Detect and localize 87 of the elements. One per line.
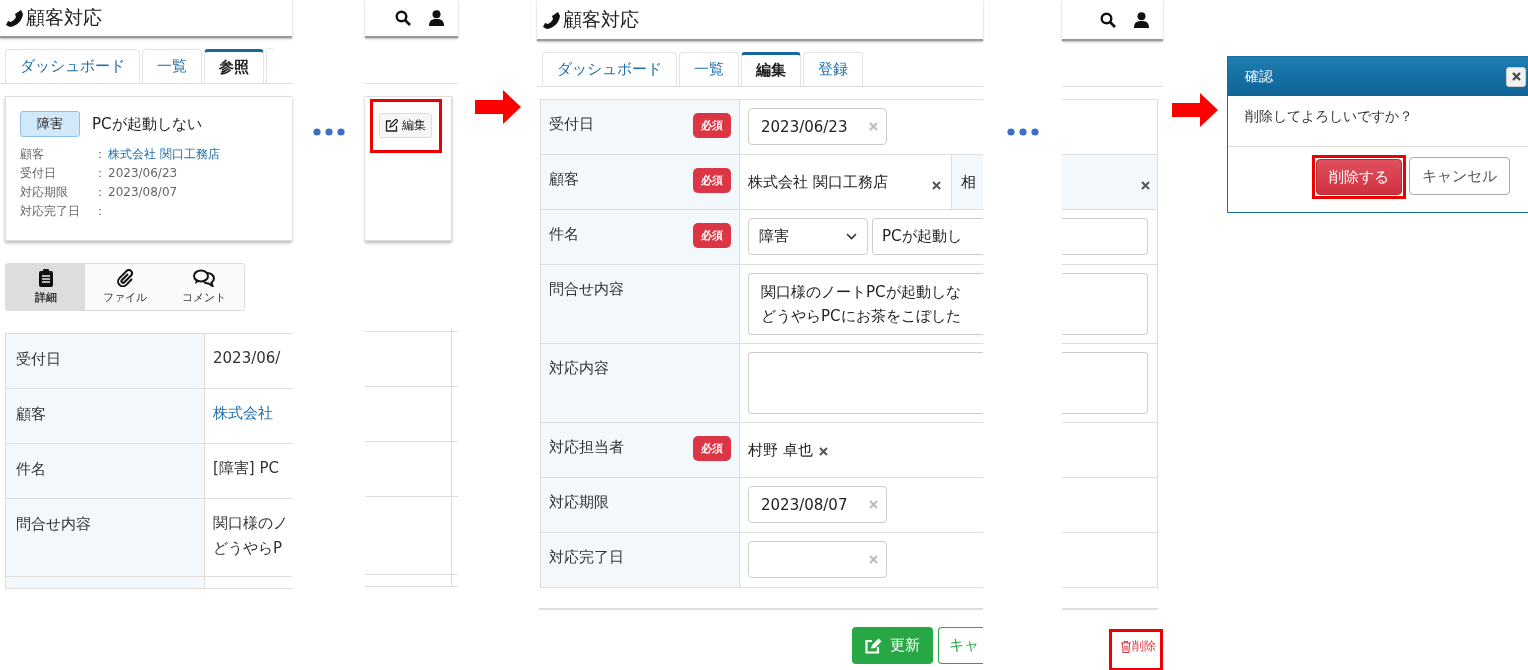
field-colon: ： (94, 146, 106, 163)
customer-link[interactable]: 株式会社 関口工務店 (108, 145, 220, 164)
app-title: 顧客対応 (542, 6, 639, 33)
field-label: 対応完了日 (549, 548, 624, 567)
arrow-icon (1172, 93, 1218, 127)
date-field[interactable]: 2023/08/07 (748, 486, 887, 523)
field-label: 受付日 (549, 115, 594, 134)
phone-icon (542, 10, 560, 29)
delete-link[interactable]: 削除 (1121, 638, 1156, 655)
assignee-value: 村野 卓也 (748, 441, 813, 460)
field-colon: ： (94, 184, 106, 201)
arrow-icon (474, 90, 521, 124)
field-label: 顧客 (20, 146, 45, 163)
tab[interactable]: 編集 (741, 52, 801, 86)
edit-button[interactable]: 編集 (379, 113, 432, 138)
field-label: 対応期限 (549, 493, 609, 512)
field-label: 対応内容 (549, 359, 609, 378)
user-icon[interactable] (1134, 11, 1149, 28)
ellipsis-icon (312, 128, 345, 136)
tab[interactable]: 一覧 (679, 52, 739, 86)
required-badge: 必須 (693, 223, 731, 248)
field-colon: ： (94, 165, 106, 182)
field-colon: ： (94, 203, 106, 220)
customer-link[interactable]: 株式会社 (213, 404, 273, 422)
edit-icon (865, 637, 882, 654)
section-tab[interactable]: 詳細 (6, 264, 86, 310)
field-label: 顧客 (549, 170, 579, 189)
clear-icon[interactable] (818, 447, 828, 456)
text-area[interactable] (1062, 273, 1148, 335)
date-field[interactable]: 2023/06/23 (748, 108, 887, 145)
ellipsis-icon (1006, 128, 1039, 136)
tab[interactable]: 一覧 (142, 49, 202, 83)
section-tab[interactable]: ファイル (85, 264, 165, 310)
row-label: 受付日 (5, 334, 205, 388)
customer-value: 株式会社 関口工務店 (748, 173, 889, 192)
text-area[interactable]: 関口様のノートPCが起動しな どうやらPCにお茶をこぼした (748, 273, 983, 335)
delete-button[interactable]: 削除する (1316, 159, 1402, 195)
phone-icon (5, 9, 23, 27)
edit-icon (385, 119, 398, 132)
row-label: 問合せ内容 (5, 499, 205, 576)
required-badge: 必須 (693, 113, 731, 138)
cancel-button[interactable]: キャンセル (1409, 157, 1510, 195)
dialog-title: 確認 (1245, 67, 1273, 86)
subject-input[interactable]: PCが起動し (872, 218, 983, 255)
category-select[interactable]: 障害 (748, 218, 868, 255)
row-label: 件名 (5, 444, 205, 498)
field-value: 2023/06/23 (108, 165, 178, 182)
clipboard-icon (38, 269, 53, 287)
chevron-icon (846, 233, 857, 240)
row-value: [障害] PC (213, 459, 279, 477)
field-label: 対応担当者 (549, 438, 624, 457)
tab[interactable]: ダッシュボード (542, 52, 677, 86)
field-label: 受付日 (20, 165, 57, 182)
row-value: 2023/06/ (213, 349, 281, 367)
app-title: 顧客対応 (5, 5, 102, 31)
tab[interactable]: 登録 (803, 52, 863, 86)
section-tab[interactable]: コメント (164, 264, 244, 310)
contact-value: 相 (951, 155, 983, 209)
row-label: 顧客 (5, 389, 205, 443)
field-label: 件名 (549, 225, 579, 244)
card-title: PCが起動しない (92, 114, 202, 134)
tab[interactable]: ダッシュボード (5, 49, 140, 83)
close-icon (1511, 72, 1521, 81)
tab[interactable]: 参照 (204, 49, 264, 83)
clear-icon[interactable] (1141, 181, 1150, 190)
dialog-message: 削除してよろしいですか？ (1244, 107, 1414, 126)
search-icon[interactable] (395, 10, 411, 26)
required-badge: 必須 (693, 436, 731, 461)
field-value: 2023/08/07 (108, 184, 178, 201)
text-area[interactable] (748, 352, 983, 414)
text-area[interactable] (1062, 352, 1148, 414)
comments-icon (193, 269, 216, 287)
clear-icon[interactable] (932, 181, 941, 190)
tab[interactable] (266, 48, 273, 83)
trash-icon (1121, 640, 1131, 653)
required-badge: 必須 (693, 168, 731, 193)
category-badge: 障害 (20, 111, 80, 137)
search-icon[interactable] (1100, 11, 1116, 28)
field-label: 問合せ内容 (549, 280, 624, 299)
paperclip-icon (116, 269, 134, 287)
row-value: 関口様のノ どうやらP (213, 514, 288, 557)
subject-input[interactable] (1062, 218, 1148, 255)
field-label: 対応期限 (20, 184, 69, 201)
date-field[interactable] (748, 541, 887, 578)
field-label: 対応完了日 (20, 203, 81, 220)
user-icon[interactable] (429, 10, 444, 26)
close-button[interactable] (1506, 66, 1526, 87)
